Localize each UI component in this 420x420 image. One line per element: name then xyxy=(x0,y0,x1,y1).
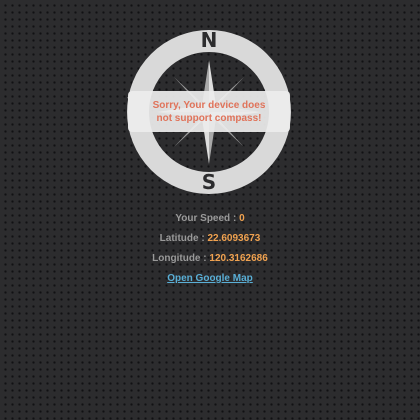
speed-label: Your Speed xyxy=(175,213,231,224)
latitude-label: Latitude xyxy=(159,233,199,244)
latitude-value: 22.6093673 xyxy=(207,233,261,244)
speed-separator: : xyxy=(232,213,237,224)
location-info: Your Speed : 0 Latitude : 22.6093673 Lon… xyxy=(0,211,420,291)
speed-value: 0 xyxy=(239,213,245,224)
longitude-separator: : xyxy=(203,253,207,264)
speed-row: Your Speed : 0 xyxy=(0,211,420,231)
longitude-value: 120.3162686 xyxy=(209,253,268,264)
compass-south-label: S xyxy=(201,170,217,194)
longitude-label: Longitude xyxy=(152,253,201,264)
open-google-map-link[interactable]: Open Google Map xyxy=(167,273,253,284)
latitude-row: Latitude : 22.6093673 xyxy=(0,231,420,251)
warning-message: Sorry, Your device does not support comp… xyxy=(152,99,266,124)
map-link-row: Open Google Map xyxy=(0,271,420,291)
compass-unsupported-alert: Sorry, Your device does not support comp… xyxy=(128,91,290,132)
latitude-separator: : xyxy=(201,233,205,244)
longitude-row: Longitude : 120.3162686 xyxy=(0,251,420,271)
compass-north-label: N xyxy=(200,28,218,52)
